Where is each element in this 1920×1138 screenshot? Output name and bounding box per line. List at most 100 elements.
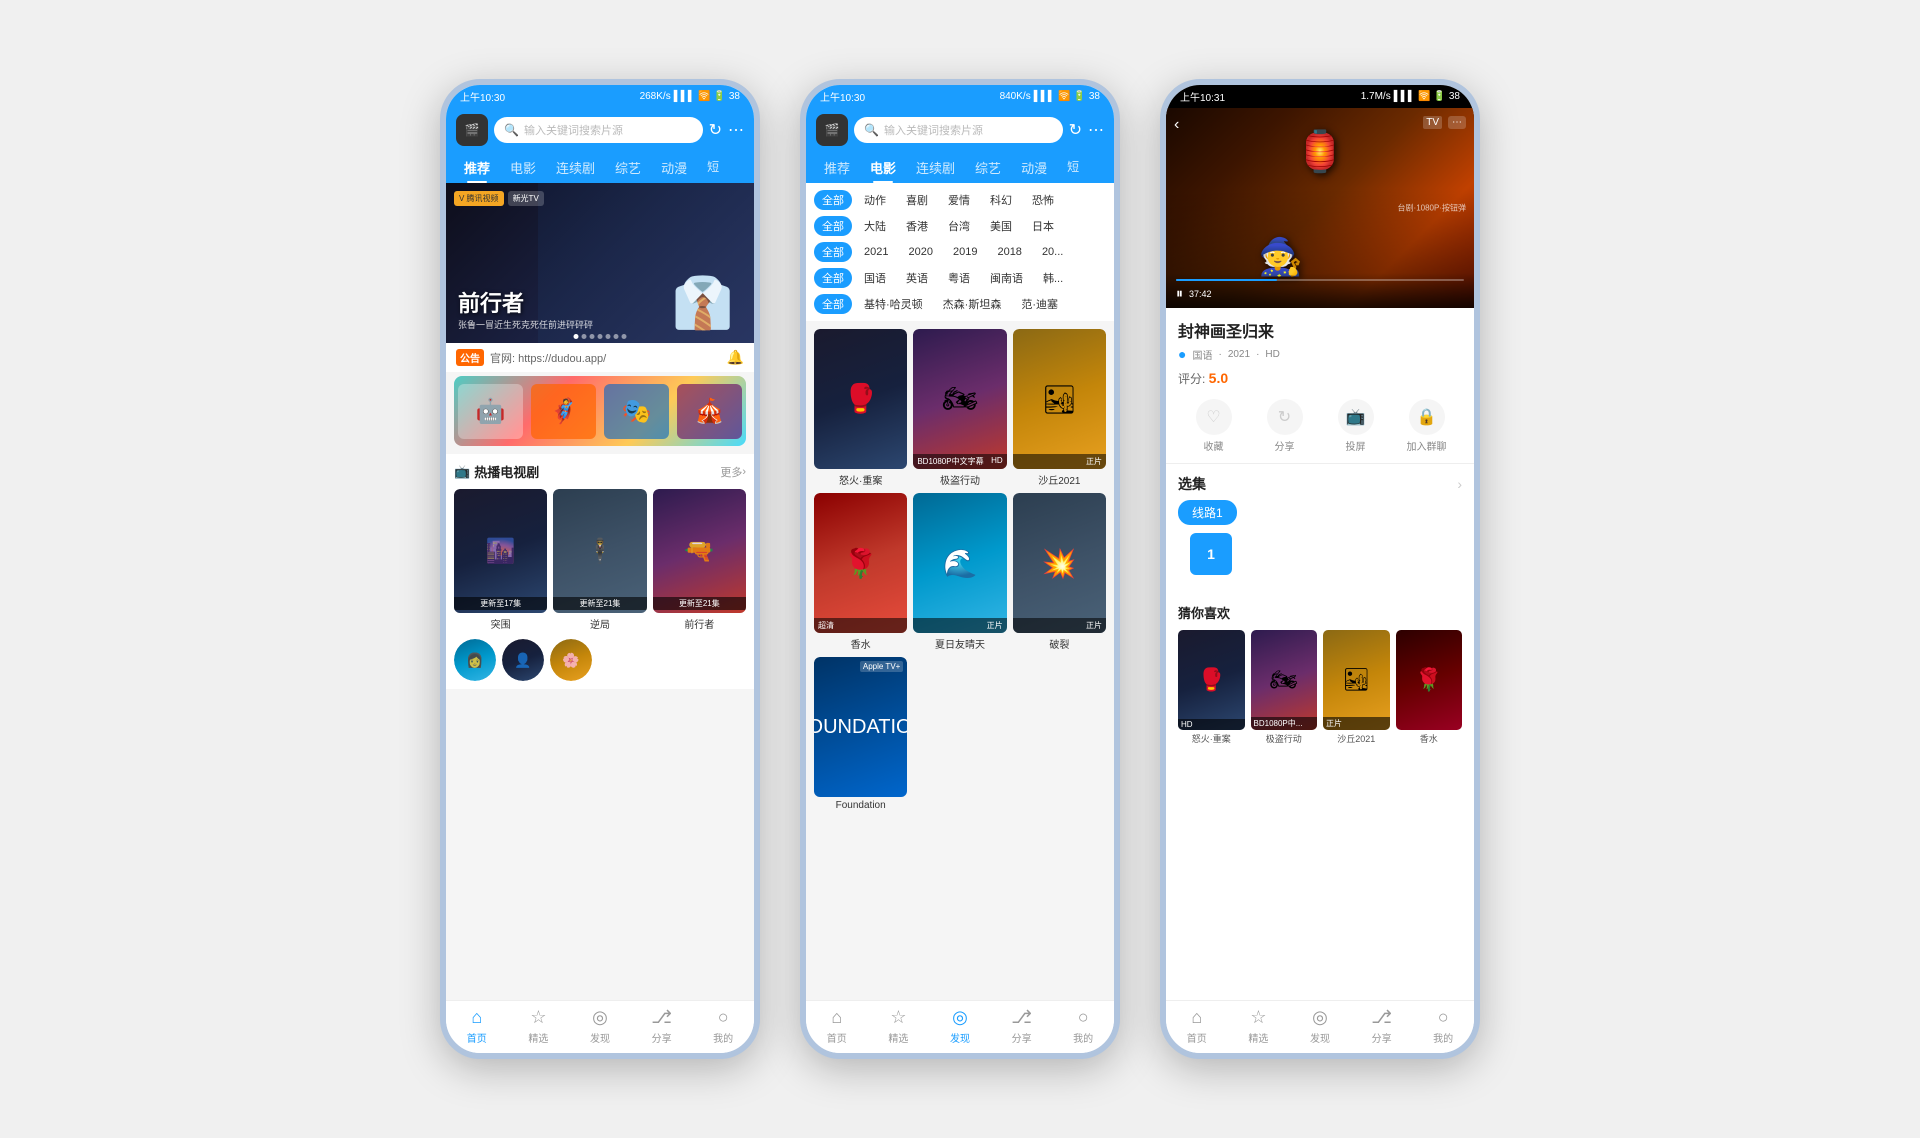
movie-card-jidao[interactable]: 🏍 BD1080P中文字幕HD 极盗行动	[913, 329, 1006, 487]
tv-btn-3[interactable]: TV	[1423, 116, 1442, 129]
filter-2019[interactable]: 2019	[945, 244, 985, 260]
filter-2020[interactable]: 2020	[900, 244, 940, 260]
tab-recommend-2[interactable]: 推荐	[814, 152, 860, 183]
back-icon-3[interactable]: ‹	[1174, 116, 1179, 134]
filter-mandarin[interactable]: 国语	[856, 268, 894, 288]
tab-movie-1[interactable]: 电影	[500, 152, 546, 183]
bottom-nav-share-2[interactable]: ⎇ 分享	[991, 1007, 1053, 1045]
bottom-nav-share-3[interactable]: ⎇ 分享	[1351, 1007, 1413, 1045]
filter-all-year[interactable]: 全部	[814, 242, 852, 262]
tab-short-1[interactable]: 短	[697, 152, 729, 183]
hot-movie-1[interactable]: 🌆 更新至17集 突围	[454, 489, 547, 631]
bottom-nav-home-3[interactable]: ⌂ 首页	[1166, 1007, 1228, 1045]
movie-card-xiari[interactable]: 🌊 正片 夏日友晴天	[913, 493, 1006, 651]
filter-scifi[interactable]: 科幻	[982, 190, 1020, 210]
pause-icon-3[interactable]: ⏸	[1176, 285, 1183, 302]
tab-variety-2[interactable]: 综艺	[965, 152, 1011, 183]
filter-korean[interactable]: 韩...	[1035, 268, 1071, 288]
battery-level-1: 38	[729, 91, 740, 102]
filter-2021[interactable]: 2021	[856, 244, 896, 260]
filter-jp[interactable]: 日本	[1024, 216, 1062, 236]
video-player-3[interactable]: 🏮 🧙 ‹ TV ⋯ 台剧·1080P·按钮弹 ⏸ 37:42	[1166, 108, 1474, 308]
bottom-nav-home-2[interactable]: ⌂ 首页	[806, 1007, 868, 1045]
detail-title-3: 封神画圣归来	[1166, 308, 1474, 346]
filter-2018[interactable]: 2018	[989, 244, 1029, 260]
menu-icon-1[interactable]: ⋯	[728, 120, 744, 140]
movie-card-foundation[interactable]: FOUNDATION Apple TV+ Foundation	[814, 657, 907, 811]
bottom-nav-profile-2[interactable]: ○ 我的	[1052, 1007, 1114, 1045]
filter-all-region[interactable]: 全部	[814, 216, 852, 236]
rec-item-3[interactable]: 🏜 正片 沙丘2021	[1323, 630, 1390, 745]
episode-1-btn[interactable]: 1	[1190, 533, 1232, 575]
refresh-icon-2[interactable]: ↻	[1069, 120, 1082, 140]
avatar-1[interactable]: 👩	[454, 639, 496, 681]
route-1-btn[interactable]: 线路1	[1178, 500, 1237, 525]
filter-mainland[interactable]: 大陆	[856, 216, 894, 236]
tab-series-2[interactable]: 连续剧	[906, 152, 965, 183]
bottom-nav-home-1[interactable]: ⌂ 首页	[446, 1007, 508, 1045]
rec-item-4[interactable]: 🌹 香水	[1396, 630, 1463, 745]
filter-actor2[interactable]: 杰森·斯坦森	[935, 294, 1010, 314]
filter-us[interactable]: 美国	[982, 216, 1020, 236]
rec-item-1[interactable]: 🥊 HD 怒火·重案	[1178, 630, 1245, 745]
bottom-nav-discover-3[interactable]: ◎ 发现	[1289, 1007, 1351, 1045]
tab-movie-2[interactable]: 电影	[860, 152, 906, 183]
movie-card-shaqiu[interactable]: 🏜 正片 沙丘2021	[1013, 329, 1106, 487]
filter-tw[interactable]: 台湾	[940, 216, 978, 236]
hot-movie-3[interactable]: 🔫 更新至21集 前行者	[653, 489, 746, 631]
filter-comedy[interactable]: 喜剧	[898, 190, 936, 210]
filter-horror[interactable]: 恐怖	[1024, 190, 1062, 210]
tab-short-2[interactable]: 短	[1057, 152, 1089, 183]
filter-all-lang[interactable]: 全部	[814, 268, 852, 288]
action-share[interactable]: ↻ 分享	[1249, 399, 1320, 453]
section-header-hot: 📺 热播电视剧 更多 ›	[454, 462, 746, 481]
bottom-nav-discover-2[interactable]: ◎ 发现	[929, 1007, 991, 1045]
status-bar-1: 上午10:30 268K/s ▌▌▌ 🛜 🔋 38	[446, 85, 754, 108]
action-cast[interactable]: 📺 投屏	[1320, 399, 1391, 453]
filter-all-actor[interactable]: 全部	[814, 294, 852, 314]
episode-arrow-icon[interactable]: ›	[1457, 476, 1462, 492]
avatar-2[interactable]: 👤	[502, 639, 544, 681]
movie-card-polie[interactable]: 💥 正片 破裂	[1013, 493, 1106, 651]
movie-card-nuohuo[interactable]: 🥊 怒火·重案	[814, 329, 907, 487]
hot-movie-2[interactable]: 🕴 更新至21集 逆局	[553, 489, 646, 631]
settings-btn-3[interactable]: ⋯	[1448, 116, 1466, 129]
tab-anime-1[interactable]: 动漫	[651, 152, 697, 183]
movie-card-xiangshui[interactable]: 🌹 超清 香水	[814, 493, 907, 651]
bottom-nav-select-2[interactable]: ☆ 精选	[868, 1007, 930, 1045]
filter-minnan[interactable]: 闽南语	[982, 268, 1031, 288]
filter-action[interactable]: 动作	[856, 190, 894, 210]
filter-cantonese[interactable]: 粤语	[940, 268, 978, 288]
bottom-nav-select-3[interactable]: ☆ 精选	[1228, 1007, 1290, 1045]
tab-series-1[interactable]: 连续剧	[546, 152, 605, 183]
banner-1[interactable]: 👔 V 腾讯视频 新光TV 前行者 张鲁一冒近生死克死任前进砰砰砰	[446, 183, 754, 343]
tab-recommend-1[interactable]: 推荐	[454, 152, 500, 183]
filter-romance[interactable]: 爱情	[940, 190, 978, 210]
more-btn-hot[interactable]: 更多 ›	[720, 464, 746, 480]
action-collect[interactable]: ♡ 收藏	[1178, 399, 1249, 453]
tab-variety-1[interactable]: 综艺	[605, 152, 651, 183]
player-progress-bar[interactable]	[1176, 279, 1464, 281]
bottom-nav-share-1[interactable]: ⎇ 分享	[631, 1007, 693, 1045]
filter-actor3[interactable]: 范·迪塞	[1013, 294, 1066, 314]
rec-poster-3: 🏜 正片	[1323, 630, 1390, 730]
filter-all-genre[interactable]: 全部	[814, 190, 852, 210]
search-box-2[interactable]: 🔍 输入关键词搜索片源	[854, 117, 1063, 143]
action-group[interactable]: 🔒 加入群聊	[1391, 399, 1462, 453]
bottom-nav-profile-1[interactable]: ○ 我的	[692, 1007, 754, 1045]
bottom-nav-profile-3[interactable]: ○ 我的	[1412, 1007, 1474, 1045]
search-box-1[interactable]: 🔍 输入关键词搜索片源	[494, 117, 703, 143]
bottom-nav-discover-1[interactable]: ◎ 发现	[569, 1007, 631, 1045]
rec-item-2[interactable]: 🏍 BD1080P中... 极盗行动	[1251, 630, 1318, 745]
filter-actor1[interactable]: 基特·哈灵顿	[856, 294, 931, 314]
bottom-nav-select-1[interactable]: ☆ 精选	[508, 1007, 570, 1045]
tab-anime-2[interactable]: 动漫	[1011, 152, 1057, 183]
refresh-icon-1[interactable]: ↻	[709, 120, 722, 140]
avatar-3[interactable]: 🌸	[550, 639, 592, 681]
bell-icon-1[interactable]: 🔔	[727, 349, 744, 366]
filter-hk[interactable]: 香港	[898, 216, 936, 236]
ad-banner-1[interactable]: 🤖 🦸 🎭 🎪	[454, 376, 746, 446]
menu-icon-2[interactable]: ⋯	[1088, 120, 1104, 140]
filter-english[interactable]: 英语	[898, 268, 936, 288]
filter-2017[interactable]: 20...	[1034, 244, 1071, 260]
